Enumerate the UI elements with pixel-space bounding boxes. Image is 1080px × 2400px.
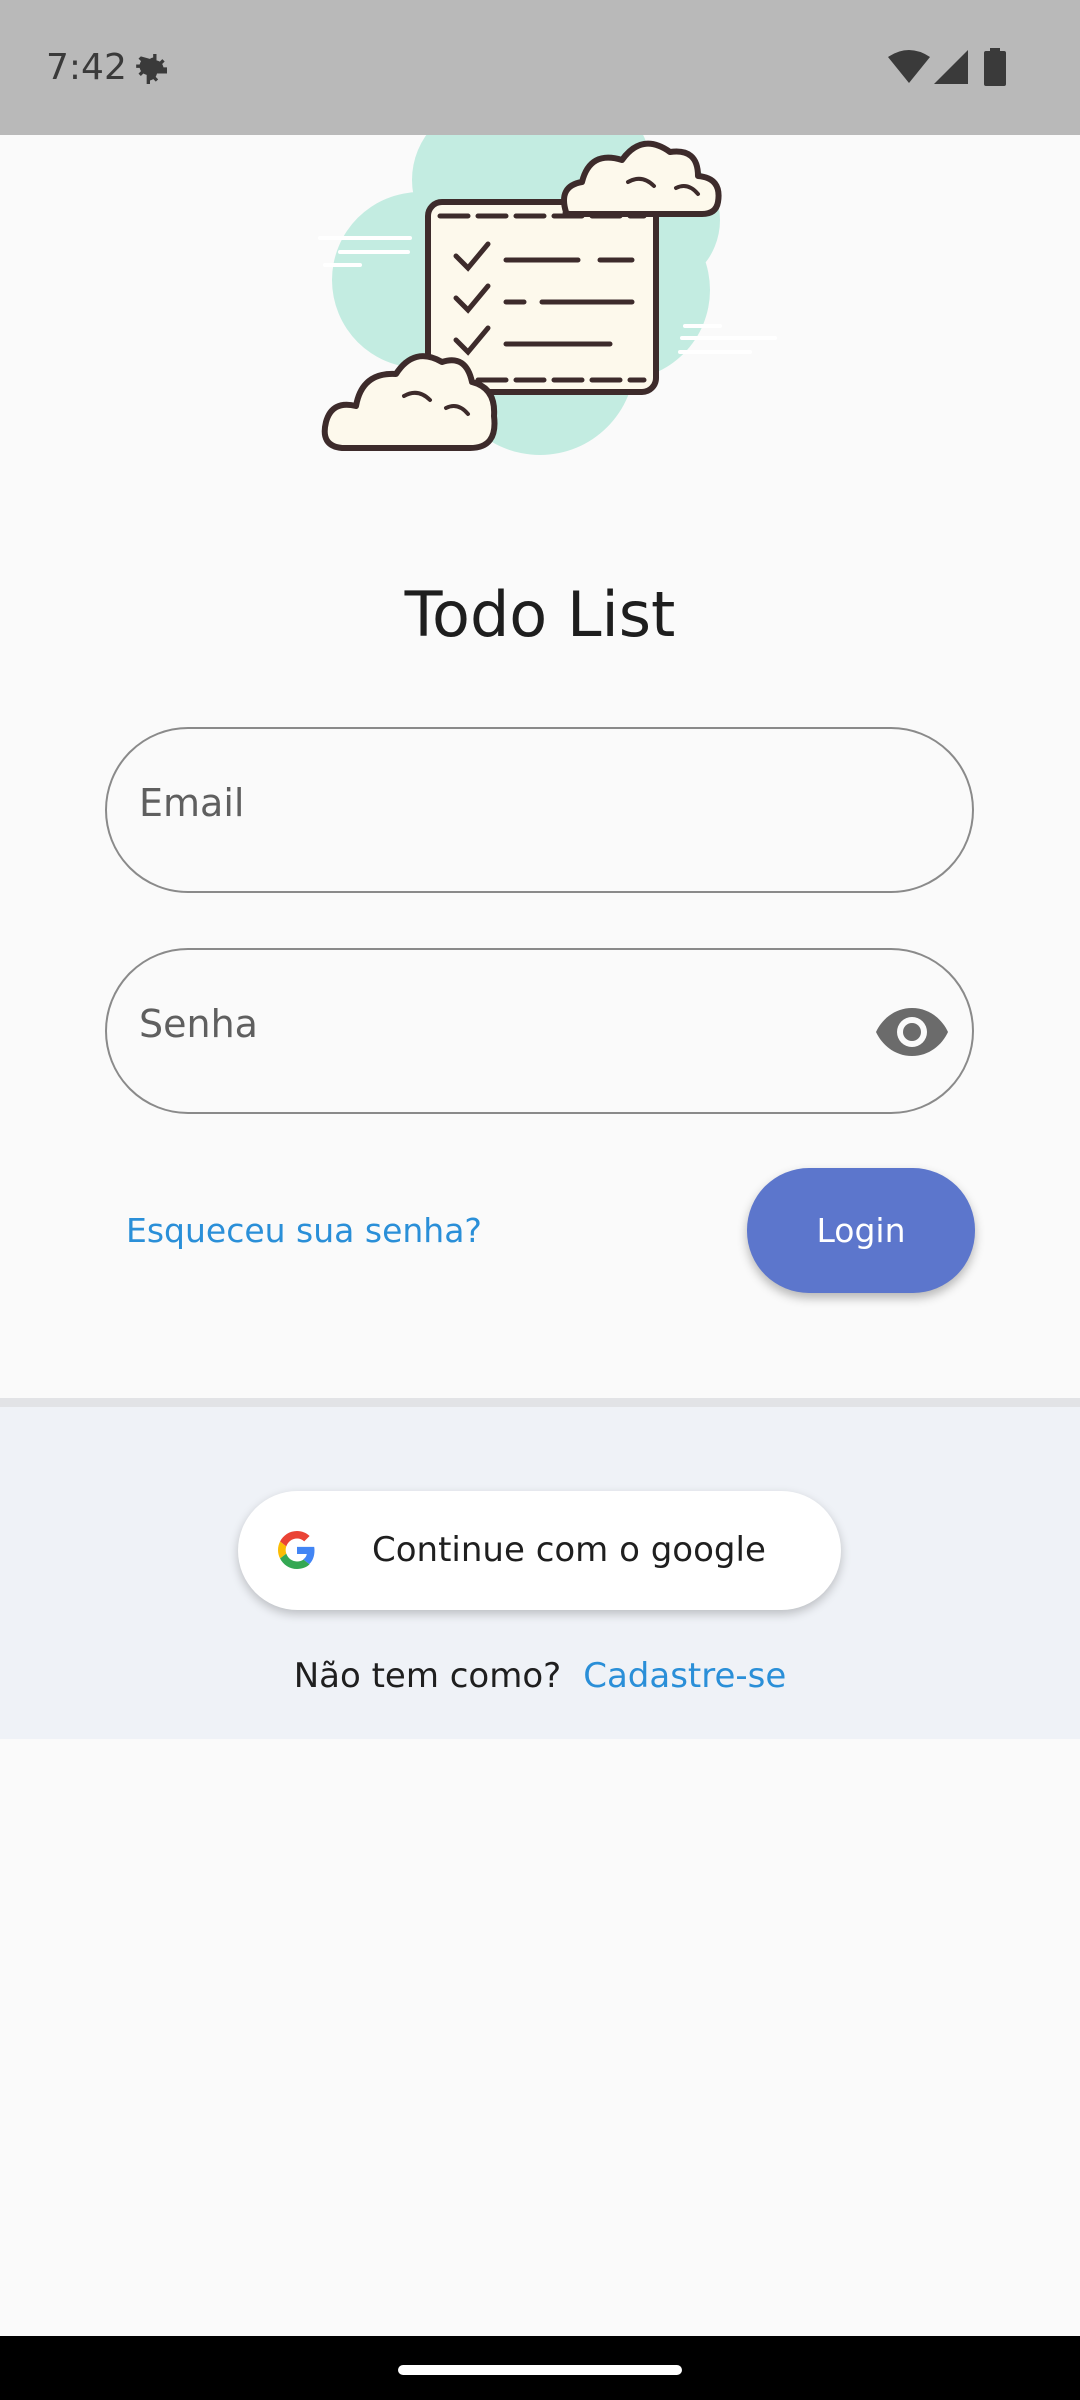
- section-divider: [0, 1398, 1080, 1407]
- password-field[interactable]: [105, 948, 974, 1114]
- eye-icon[interactable]: [875, 1006, 949, 1058]
- password-input[interactable]: [139, 996, 839, 1052]
- google-signin-label: Continue com o google: [372, 1530, 766, 1570]
- checklist-clouds-illustration: [318, 95, 777, 455]
- status-bar: 7:42: [0, 0, 1080, 135]
- wifi-icon: [888, 50, 930, 83]
- settings-gear-icon: [136, 54, 167, 84]
- email-field[interactable]: [105, 727, 974, 893]
- status-time: 7:42: [46, 47, 127, 88]
- login-button[interactable]: Login: [747, 1168, 975, 1293]
- home-indicator[interactable]: [398, 2365, 682, 2375]
- forgot-password-link[interactable]: Esqueceu sua senha?: [126, 1208, 482, 1254]
- app-title: Todo List: [404, 578, 676, 651]
- signal-icon: [934, 50, 968, 84]
- login-screen: 7:42 Todo List Email Esqueceu sua senha?…: [0, 0, 1080, 2400]
- signup-prompt: Não tem como?: [293, 1656, 562, 1696]
- signup-row: Não tem como? Cadastre-se: [0, 1652, 1080, 1700]
- google-signin-button[interactable]: Continue com o google: [238, 1491, 841, 1610]
- signup-link[interactable]: Cadastre-se: [583, 1656, 786, 1696]
- google-g-icon: [278, 1531, 315, 1569]
- battery-icon: [984, 48, 1006, 86]
- email-input[interactable]: [139, 775, 839, 831]
